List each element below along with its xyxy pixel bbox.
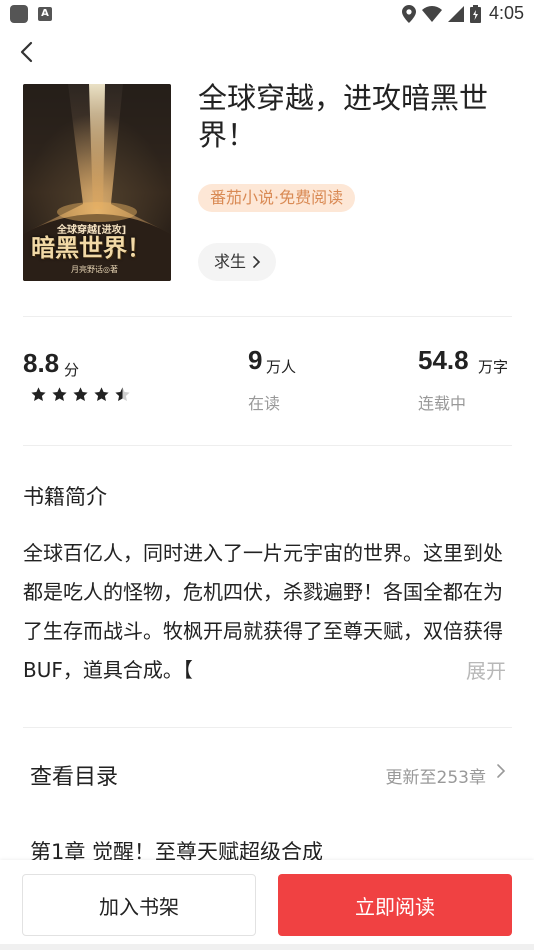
catalog-row[interactable]: 查看目录 更新至253章 (0, 745, 534, 801)
star-icon (31, 387, 46, 401)
cover-author: 月亮野话◎著 (71, 265, 118, 274)
genre-label: 求生 (214, 252, 247, 271)
star-icon (73, 387, 88, 401)
battery-icon (469, 4, 481, 23)
divider (23, 316, 512, 317)
divider (23, 727, 512, 728)
status-bar: A 4:05 (0, 0, 534, 28)
words-unit: 万字 (478, 358, 509, 376)
notification-icon (10, 5, 28, 23)
expand-button[interactable]: 展开 (466, 655, 506, 684)
rating-unit: 分 (64, 361, 80, 379)
add-to-shelf-button[interactable]: 加入书架 (22, 874, 256, 936)
star-icon (94, 387, 109, 401)
words-value: 54.8 (418, 345, 469, 375)
book-cover: 全球穿越[进攻] 暗黑世界！ 月亮野话◎著 (23, 84, 171, 281)
genre-chip[interactable]: 求生 (198, 243, 277, 281)
source-tag: 番茄小说·免费阅读 (198, 184, 356, 212)
rating-value: 8.8 (23, 348, 60, 378)
catalog-title: 查看目录 (30, 765, 119, 790)
synopsis-title: 书籍简介 (23, 485, 107, 509)
divider (23, 445, 512, 446)
location-icon (401, 4, 416, 23)
readers-value: 9 (248, 345, 263, 375)
clock: 4:05 (488, 3, 524, 23)
chevron-right-icon (497, 764, 506, 778)
cover-title: 暗黑世界！ (31, 233, 151, 262)
chevron-right-icon (253, 256, 261, 268)
back-button[interactable] (14, 38, 42, 66)
star-icon (52, 387, 67, 401)
chevron-left-icon (20, 41, 33, 63)
bottom-action-bar: 加入书架 立即阅读 (0, 860, 534, 950)
star-half-icon (115, 387, 130, 401)
readers-label: 在读 (248, 394, 281, 413)
catalog-update: 更新至253章 (385, 768, 486, 788)
wifi-icon (421, 5, 442, 22)
nav-bar (0, 944, 534, 950)
read-now-button[interactable]: 立即阅读 (278, 874, 512, 936)
readers-unit: 万人 (266, 358, 297, 376)
status-label: 连载中 (418, 394, 467, 413)
rating-stars (30, 386, 131, 403)
signal-icon (447, 5, 464, 22)
book-title: 全球穿越，进攻暗黑世界！ (198, 81, 489, 152)
app-notification-icon: A (38, 7, 52, 21)
